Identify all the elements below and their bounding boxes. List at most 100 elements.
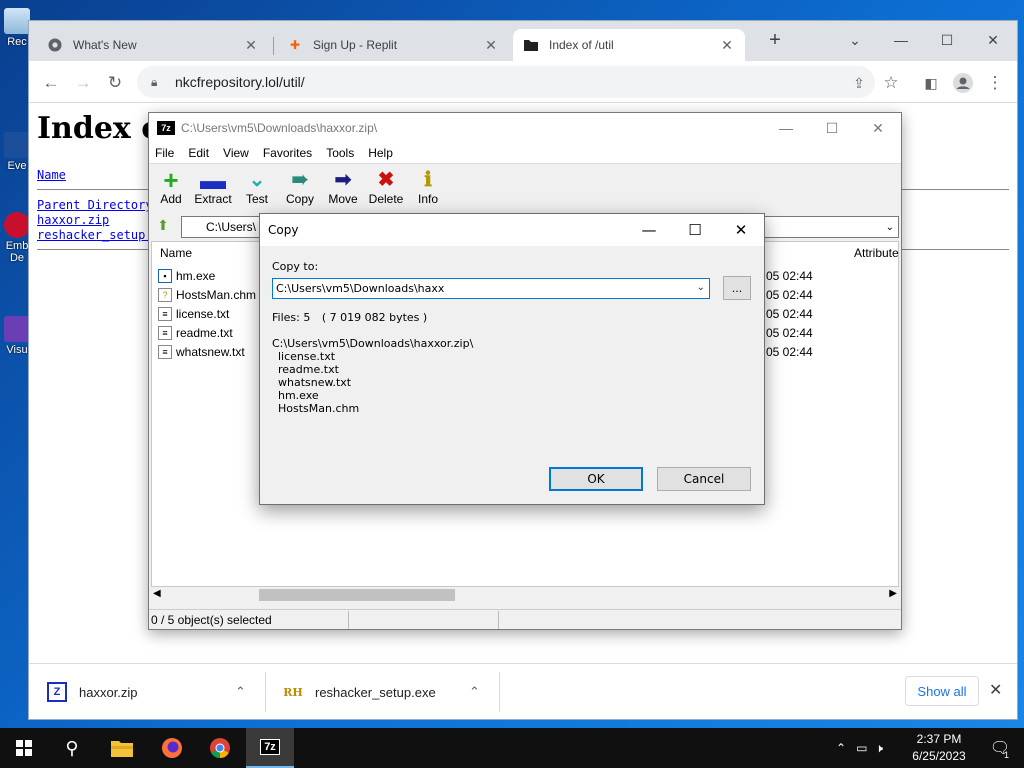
destination-combobox[interactable]: ⌄ [272,278,710,299]
share-icon[interactable]: ⇪ [845,69,873,97]
address-bar[interactable]: 🔒︎ nkcfrepository.lol/util/ [137,66,875,98]
list-item[interactable]: ≡ license.txt [158,304,229,323]
close-window-button[interactable]: ✕ [973,25,1013,55]
chrome-icon [47,37,63,53]
scroll-left-icon[interactable]: ◀ [153,588,161,599]
files-summary: Files: 5 ( 7 019 082 bytes ) [272,311,428,324]
replit-icon: ✚ [289,38,301,52]
chevron-up-icon[interactable]: ⌃ [235,684,246,700]
move-button[interactable]: ➡ Move [321,168,365,206]
tab-replit[interactable]: ✚ Sign Up - Replit ✕ [277,29,509,61]
tab-search-icon[interactable]: ⌄ [835,25,875,55]
text-file-icon: ≡ [158,306,172,321]
minimize-button[interactable]: — [763,113,809,143]
download-item-reshacker[interactable]: RH reshacker_setup.exe ⌃ [265,664,499,720]
menu-favorites[interactable]: Favorites [263,146,312,160]
menu-kebab-icon[interactable]: ⋮ [981,69,1009,97]
close-icon[interactable]: ✕ [483,37,499,54]
close-icon[interactable]: ✕ [989,680,1002,700]
list-item[interactable]: ? HostsMan.chm [158,285,256,304]
test-button[interactable]: ⌄ Test [235,168,279,206]
close-window-button[interactable]: ✕ [718,214,764,246]
info-button[interactable]: ℹ Info [406,168,450,206]
close-icon[interactable]: ✕ [243,37,259,54]
side-panel-icon[interactable]: ◧ [917,69,945,97]
file-date: 05 02:44 [766,269,813,283]
list-item[interactable]: ≡ readme.txt [158,323,233,342]
chevron-down-icon[interactable]: ⌄ [886,222,894,233]
show-all-button[interactable]: Show all [905,676,979,706]
source-path: C:\Users\vm5\Downloads\haxxor.zip\ [272,337,474,350]
tab-whats-new[interactable]: What's New ✕ [37,29,269,61]
search-icon[interactable]: ⚲ [48,728,96,768]
menu-help[interactable]: Help [368,146,393,160]
folder-icon [523,37,539,53]
exe-file-icon: ▪ [158,268,172,283]
list-item: whatsnew.txt [278,376,352,389]
copy-button[interactable]: ➠ Copy [278,168,322,206]
notifications-button[interactable]: 🗨︎ 1 [976,728,1024,768]
reload-icon[interactable]: ↻ [101,69,129,97]
volume-muted-icon[interactable]: 🕨︎ [875,741,883,756]
profile-icon[interactable] [949,69,977,97]
chevron-up-icon[interactable]: ⌃ [836,741,846,755]
column-header-name[interactable]: Name [160,246,192,260]
delete-button[interactable]: ✖ Delete [364,168,408,206]
minimize-button[interactable]: — [626,214,672,246]
add-button[interactable]: + Add [149,167,193,206]
network-icon[interactable]: ▭ [856,741,867,755]
file-link-reshacker-setup[interactable]: reshacker_setup. [37,228,153,242]
close-window-button[interactable]: ✕ [855,113,901,143]
copy-dialog: Copy — ☐ ✕ Copy to: ⌄ ... Files: 5 ( 7 0… [259,213,765,505]
forward-icon[interactable]: → [69,69,97,97]
minimize-button[interactable]: — [881,25,921,55]
scrollbar-thumb[interactable] [259,589,455,601]
copy-dialog-titlebar[interactable]: Copy — ☐ ✕ [260,214,764,246]
list-item: license.txt [278,350,336,363]
maximize-button[interactable]: ☐ [672,214,718,246]
maximize-button[interactable]: ☐ [927,25,967,55]
back-icon[interactable]: ← [37,69,65,97]
list-item[interactable]: ▪ hm.exe [158,266,215,285]
firefox-icon[interactable] [148,728,196,768]
menu-view[interactable]: View [223,146,249,160]
cancel-button[interactable]: Cancel [657,467,751,491]
horizontal-scrollbar[interactable]: ◀ ▶ [151,587,899,603]
recycle-bin-icon [4,8,30,34]
chrome-icon[interactable] [196,728,244,768]
clock[interactable]: 2:37 PM 6/25/2023 [904,731,974,765]
rh-icon: RH [283,685,303,699]
list-item[interactable]: ≡ whatsnew.txt [158,342,245,361]
folder-up-icon[interactable]: ⬆ [153,217,173,237]
column-header-attributes[interactable]: Attribute [854,246,899,260]
file-link-haxxor-zip[interactable]: haxxor.zip [37,213,109,227]
sevenzip-taskbar-button[interactable]: 7z [246,728,294,768]
ok-button[interactable]: OK [549,467,643,491]
menu-tools[interactable]: Tools [326,146,354,160]
scroll-right-icon[interactable]: ▶ [889,588,897,599]
file-date: 05 02:44 [766,288,813,302]
new-tab-button[interactable]: + [755,25,795,55]
text-file-icon: ≡ [158,325,172,340]
download-item-haxxor-zip[interactable]: Z haxxor.zip ⌃ [29,664,265,720]
destination-input[interactable] [276,282,686,295]
shortcut-icon [4,316,30,342]
menu-file[interactable]: File [155,146,174,160]
sort-by-name-link[interactable]: Name [37,168,66,182]
file-explorer-icon[interactable] [98,728,146,768]
close-icon[interactable]: ✕ [719,37,735,54]
browse-button[interactable]: ... [723,276,751,300]
divider [499,672,500,712]
chevron-up-icon[interactable]: ⌃ [469,684,480,700]
tab-index-of-util[interactable]: Index of /util ✕ [513,29,745,61]
extract-button[interactable]: ▬ Extract [191,167,235,206]
bookmark-star-icon[interactable]: ☆ [877,69,905,97]
maximize-button[interactable]: ☐ [809,113,855,143]
sevenzip-titlebar[interactable]: 7z C:\Users\vm5\Downloads\haxxor.zip\ — … [149,113,901,143]
menu-edit[interactable]: Edit [188,146,209,160]
chevron-down-icon[interactable]: ⌄ [697,282,705,293]
list-item: hm.exe [278,389,319,402]
parent-directory-link[interactable]: Parent Directory [37,198,153,212]
zip-icon: Z [47,682,67,702]
start-button[interactable] [0,728,48,768]
